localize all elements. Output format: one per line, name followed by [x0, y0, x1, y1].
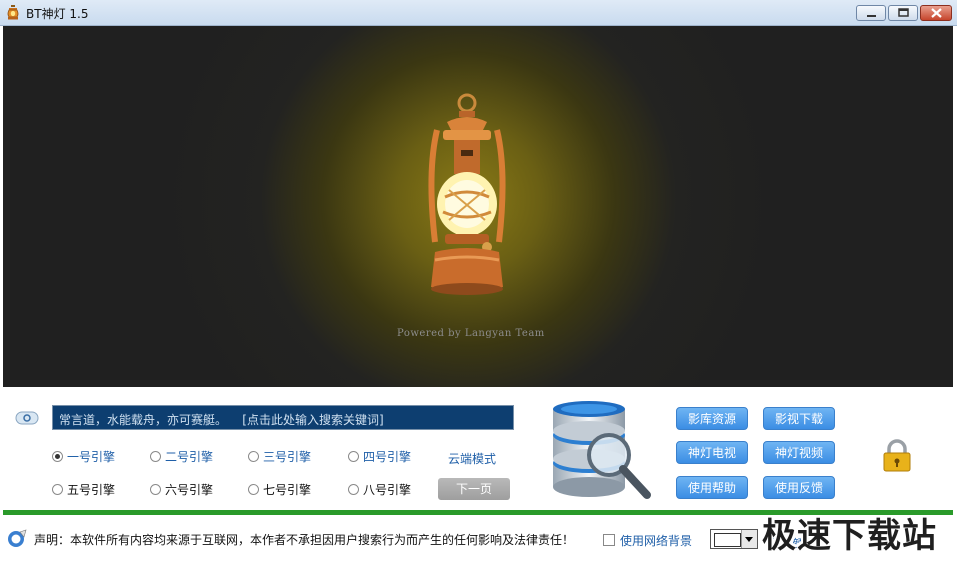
engine-label: 六号引擎: [165, 483, 214, 497]
color-swatch: [714, 533, 741, 547]
engine-option-1[interactable]: 一号引擎: [52, 448, 115, 464]
chevron-down-icon[interactable]: [741, 530, 757, 548]
engine-option-6[interactable]: 六号引擎: [150, 481, 213, 497]
minimize-button[interactable]: [856, 5, 886, 21]
movie-library-button[interactable]: 影库资源: [676, 407, 748, 430]
lantern-icon: [428, 93, 506, 295]
watermark-text: 极速下载站: [762, 516, 937, 556]
search-input[interactable]: 常言道，水能载舟，亦可赛艇。 [点击此处输入搜索关键词]: [52, 405, 514, 430]
database-search-icon[interactable]: [549, 401, 659, 503]
radio-icon[interactable]: [248, 451, 259, 462]
engine-label: 二号引擎: [165, 450, 214, 464]
powered-by-text: Powered by Langyan Team: [397, 328, 545, 339]
lamp-video-button[interactable]: 神灯视频: [763, 441, 835, 464]
feedback-button[interactable]: 使用反馈: [763, 476, 835, 499]
disclaimer-icon: [8, 529, 27, 547]
font-color-select[interactable]: [710, 529, 758, 549]
next-page-button[interactable]: 下一页: [438, 478, 510, 500]
close-icon: [931, 8, 942, 18]
hero-banner: Powered by Langyan Team: [3, 26, 953, 387]
maximize-icon: [898, 8, 909, 17]
lamp-tv-button[interactable]: 神灯电视: [676, 441, 748, 464]
engine-label: 一号引擎: [67, 450, 116, 464]
checkbox-icon[interactable]: [603, 534, 615, 546]
engine-label: 四号引擎: [363, 450, 412, 464]
minimize-icon: [867, 15, 876, 17]
video-download-button[interactable]: 影视下载: [763, 407, 835, 430]
radio-icon[interactable]: [248, 484, 259, 495]
disclaimer-text: 声明：本软件所有内容均来源于互联网，本作者不承担因用户搜索行为而产生的任何影响及…: [34, 533, 575, 547]
engine-label: 五号引擎: [67, 483, 116, 497]
engine-label: 三号引擎: [263, 450, 312, 464]
engine-option-7[interactable]: 七号引擎: [248, 481, 311, 497]
engine-option-5[interactable]: 五号引擎: [52, 481, 115, 497]
close-button[interactable]: [920, 5, 952, 21]
status-bar: 声明：本软件所有内容均来源于互联网，本作者不承担因用户搜索行为而产生的任何影响及…: [0, 515, 957, 563]
search-panel: 常言道，水能载舟，亦可赛艇。 [点击此处输入搜索关键词] 一号引擎 二号引擎 三…: [3, 387, 953, 512]
engine-option-3[interactable]: 三号引擎: [248, 448, 311, 464]
title-bar: BT神灯 1.5: [0, 0, 957, 26]
engine-option-4[interactable]: 四号引擎: [348, 448, 411, 464]
window-title: BT神灯 1.5: [26, 7, 89, 21]
lock-icon[interactable]: [882, 439, 912, 473]
radio-icon[interactable]: [52, 451, 63, 462]
app-logo-icon: [7, 5, 19, 20]
engine-option-2[interactable]: 二号引擎: [150, 448, 213, 464]
engine-option-8[interactable]: 八号引擎: [348, 481, 411, 497]
help-button[interactable]: 使用帮助: [676, 476, 748, 499]
search-icon[interactable]: [15, 410, 39, 426]
radio-icon[interactable]: [348, 484, 359, 495]
radio-icon[interactable]: [52, 484, 63, 495]
engine-label: 七号引擎: [263, 483, 312, 497]
radio-icon[interactable]: [348, 451, 359, 462]
cloud-mode-link[interactable]: 云端模式: [448, 450, 496, 467]
radio-icon[interactable]: [150, 484, 161, 495]
maximize-button[interactable]: [888, 5, 918, 21]
network-background-label: 使用网络背景: [620, 534, 693, 548]
radio-icon[interactable]: [150, 451, 161, 462]
network-background-option[interactable]: 使用网络背景: [603, 532, 692, 549]
engine-label: 八号引擎: [363, 483, 412, 497]
